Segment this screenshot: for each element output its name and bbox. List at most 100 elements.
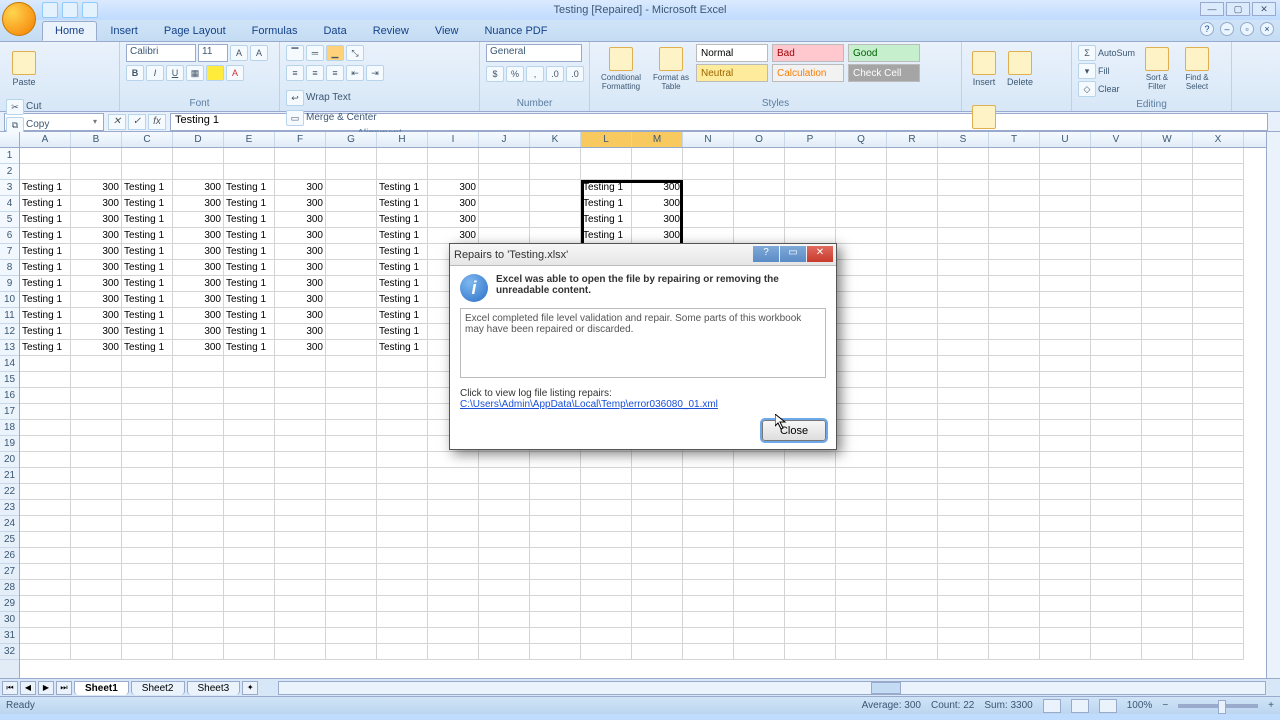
- cell[interactable]: [887, 404, 938, 420]
- cell[interactable]: [377, 452, 428, 468]
- cell[interactable]: [1142, 580, 1193, 596]
- cell[interactable]: [20, 468, 71, 484]
- cell[interactable]: [377, 596, 428, 612]
- cell[interactable]: [275, 148, 326, 164]
- cell[interactable]: [734, 580, 785, 596]
- cell[interactable]: [1091, 516, 1142, 532]
- merge-center-button[interactable]: ▭Merge & Center: [286, 109, 377, 126]
- dialog-close-button[interactable]: Close: [762, 420, 826, 441]
- view-normal-icon[interactable]: [1043, 699, 1061, 713]
- cell[interactable]: [1142, 468, 1193, 484]
- row-header-23[interactable]: 23: [0, 500, 19, 516]
- cell[interactable]: 300: [275, 260, 326, 276]
- col-header-V[interactable]: V: [1091, 132, 1142, 147]
- cell[interactable]: [1193, 372, 1244, 388]
- cell[interactable]: [275, 372, 326, 388]
- cell[interactable]: [581, 548, 632, 564]
- currency-icon[interactable]: $: [486, 66, 504, 82]
- cell[interactable]: [326, 612, 377, 628]
- cell[interactable]: [1040, 292, 1091, 308]
- cell[interactable]: [1142, 548, 1193, 564]
- cell[interactable]: [734, 452, 785, 468]
- tab-view[interactable]: View: [422, 21, 472, 41]
- cell[interactable]: [989, 244, 1040, 260]
- cell[interactable]: [326, 468, 377, 484]
- cell[interactable]: [1193, 164, 1244, 180]
- cell[interactable]: [275, 532, 326, 548]
- cell[interactable]: [938, 244, 989, 260]
- cell[interactable]: [1040, 564, 1091, 580]
- tab-data[interactable]: Data: [310, 21, 359, 41]
- cell[interactable]: [938, 308, 989, 324]
- col-header-L[interactable]: L: [581, 132, 632, 147]
- cell[interactable]: [122, 612, 173, 628]
- row-header-16[interactable]: 16: [0, 388, 19, 404]
- align-left-icon[interactable]: ≡: [286, 65, 304, 81]
- row-header-28[interactable]: 28: [0, 580, 19, 596]
- cell[interactable]: [479, 548, 530, 564]
- cell[interactable]: [836, 596, 887, 612]
- tab-review[interactable]: Review: [360, 21, 422, 41]
- cell[interactable]: [224, 484, 275, 500]
- cell[interactable]: [71, 388, 122, 404]
- cell[interactable]: [479, 180, 530, 196]
- cell[interactable]: [785, 212, 836, 228]
- cell[interactable]: [1142, 516, 1193, 532]
- cell[interactable]: [428, 164, 479, 180]
- fill-color-button[interactable]: [206, 65, 224, 81]
- row-header-17[interactable]: 17: [0, 404, 19, 420]
- cell[interactable]: [785, 484, 836, 500]
- cell[interactable]: [530, 596, 581, 612]
- cell[interactable]: [938, 596, 989, 612]
- insert-sheet-icon[interactable]: ✦: [242, 681, 258, 695]
- sheet-nav-next[interactable]: ▶: [38, 681, 54, 695]
- cell[interactable]: [224, 468, 275, 484]
- cell[interactable]: [530, 580, 581, 596]
- cell[interactable]: [989, 468, 1040, 484]
- cell[interactable]: [530, 468, 581, 484]
- cell[interactable]: [1091, 340, 1142, 356]
- sheet-tab-sheet3[interactable]: Sheet3: [187, 681, 241, 695]
- cell[interactable]: [530, 180, 581, 196]
- cell[interactable]: [836, 628, 887, 644]
- cell[interactable]: [683, 212, 734, 228]
- cell[interactable]: [989, 292, 1040, 308]
- cell[interactable]: [326, 644, 377, 660]
- cell[interactable]: 300: [275, 228, 326, 244]
- col-header-B[interactable]: B: [71, 132, 122, 147]
- cell[interactable]: [581, 468, 632, 484]
- cell[interactable]: [1193, 196, 1244, 212]
- cell[interactable]: [836, 612, 887, 628]
- cell[interactable]: [581, 564, 632, 580]
- cell[interactable]: [122, 500, 173, 516]
- dec-decimal-icon[interactable]: .0: [566, 66, 584, 82]
- sheet-nav-first[interactable]: ⏮: [2, 681, 18, 695]
- cell[interactable]: [683, 164, 734, 180]
- cell[interactable]: [785, 532, 836, 548]
- cell[interactable]: [836, 260, 887, 276]
- conditional-formatting-button[interactable]: Conditional Formatting: [596, 44, 646, 94]
- cell[interactable]: [989, 404, 1040, 420]
- cell[interactable]: [989, 324, 1040, 340]
- cell[interactable]: [989, 276, 1040, 292]
- row-header-7[interactable]: 7: [0, 244, 19, 260]
- cell[interactable]: [836, 644, 887, 660]
- cell[interactable]: 300: [173, 196, 224, 212]
- cell[interactable]: [887, 292, 938, 308]
- cell[interactable]: [377, 148, 428, 164]
- cell[interactable]: [1193, 276, 1244, 292]
- cell[interactable]: [1142, 484, 1193, 500]
- cell[interactable]: [479, 164, 530, 180]
- cell[interactable]: [1193, 532, 1244, 548]
- cell[interactable]: [1091, 292, 1142, 308]
- cell[interactable]: [938, 340, 989, 356]
- cell[interactable]: [632, 580, 683, 596]
- cell[interactable]: [1091, 164, 1142, 180]
- sheet-nav-prev[interactable]: ◀: [20, 681, 36, 695]
- horizontal-scrollbar[interactable]: [278, 681, 1266, 695]
- cell[interactable]: [683, 484, 734, 500]
- cell[interactable]: [887, 308, 938, 324]
- cell[interactable]: [632, 548, 683, 564]
- cell[interactable]: [122, 436, 173, 452]
- cell[interactable]: [173, 404, 224, 420]
